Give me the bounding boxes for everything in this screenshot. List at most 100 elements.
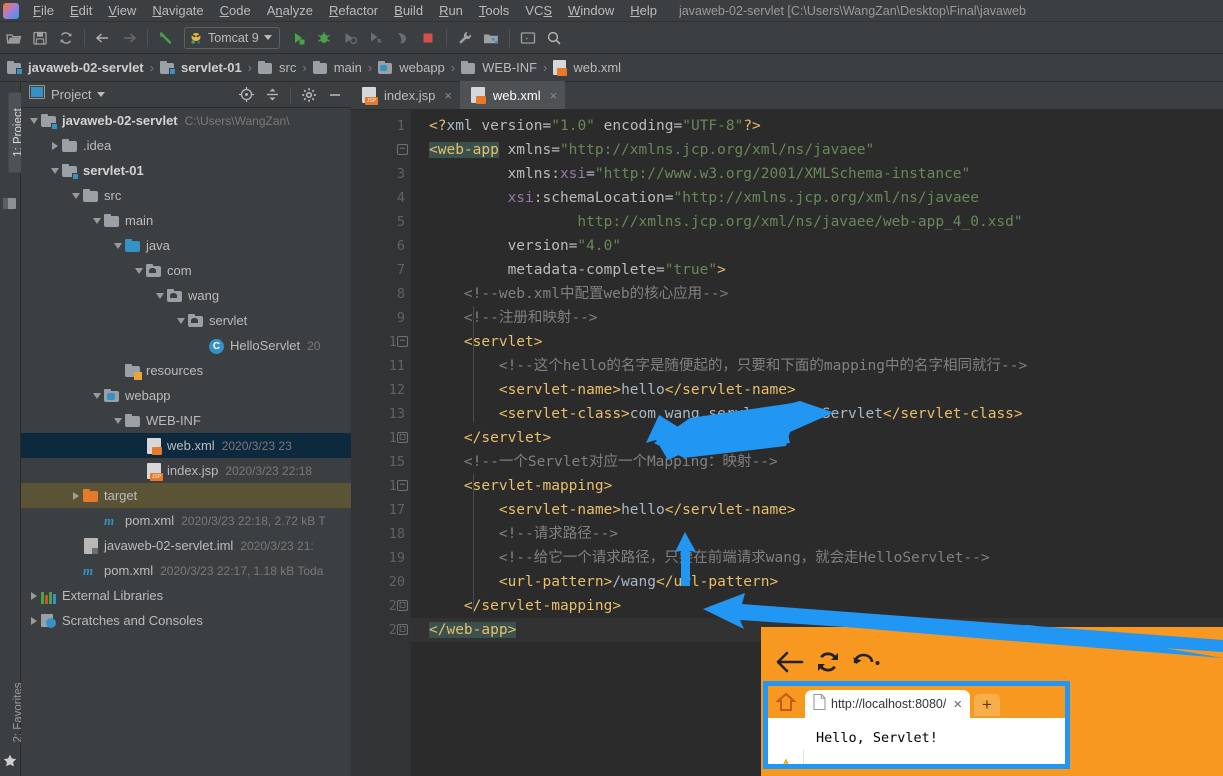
code-line[interactable]: <!--请求路径--> <box>411 522 1223 546</box>
menu-item-help[interactable]: Help <box>622 1 665 21</box>
code-line[interactable]: </servlet> <box>411 426 1223 450</box>
browser-tab[interactable]: http://localhost:8080/ × <box>805 690 970 718</box>
chevron-down-icon[interactable] <box>27 114 41 128</box>
chevron-down-icon[interactable] <box>132 264 146 278</box>
breadcrumb-item-main[interactable]: main <box>310 60 365 75</box>
fold-toggle[interactable]: □ <box>397 624 408 635</box>
menu-item-tools[interactable]: Tools <box>471 1 517 21</box>
back-arrow-icon[interactable] <box>91 26 115 50</box>
chevron-down-icon[interactable] <box>174 314 188 328</box>
fold-toggle[interactable]: □ <box>397 432 408 443</box>
new-tab-button[interactable]: + <box>974 694 1000 716</box>
tree-row[interactable]: m pom.xml 2020/3/23 22:17, 1.18 kB Toda <box>21 558 351 583</box>
close-icon[interactable]: × <box>953 696 962 713</box>
gear-icon[interactable] <box>299 85 319 105</box>
sync-icon[interactable] <box>54 26 78 50</box>
tree-row[interactable]: web.xml 2020/3/23 23 <box>21 433 351 458</box>
tree-row[interactable]: java <box>21 233 351 258</box>
tree-row[interactable]: .idea <box>21 133 351 158</box>
tree-row[interactable]: servlet-01 <box>21 158 351 183</box>
menu-item-edit[interactable]: Edit <box>62 1 100 21</box>
star-bookmark-icon[interactable] <box>772 758 800 764</box>
tree-row[interactable]: javaweb-02-servlet C:\Users\WangZan\ <box>21 108 351 133</box>
menu-item-build[interactable]: Build <box>386 1 431 21</box>
run-configuration-selector[interactable]: Tomcat 9 <box>184 26 280 49</box>
run-with-coverage-icon[interactable] <box>338 26 362 50</box>
tree-row[interactable]: main <box>21 208 351 233</box>
chevron-down-icon[interactable] <box>111 239 125 253</box>
chevron-down-icon[interactable] <box>97 92 106 97</box>
breadcrumb-item-project[interactable]: javaweb-02-servlet <box>4 60 147 75</box>
code-line[interactable]: <!--注册和映射--> <box>411 306 1223 330</box>
menu-item-window[interactable]: Window <box>560 1 622 21</box>
tree-row[interactable]: resources <box>21 358 351 383</box>
star-strip-icon[interactable] <box>3 754 18 767</box>
chevron-right-icon[interactable] <box>48 139 62 153</box>
chevron-down-icon[interactable] <box>90 214 104 228</box>
menu-item-navigate[interactable]: Navigate <box>144 1 211 21</box>
code-line[interactable]: <url-pattern>/wang</url-pattern> <box>411 570 1223 594</box>
forward-arrow-icon[interactable] <box>117 26 141 50</box>
tree-row[interactable]: target <box>21 483 351 508</box>
menu-item-run[interactable]: Run <box>431 1 471 21</box>
terminal-icon[interactable] <box>516 26 540 50</box>
code-line[interactable]: <servlet-name>hello</servlet-name> <box>411 498 1223 522</box>
editor-tab-web-xml[interactable]: web.xml × <box>459 81 566 109</box>
breadcrumb-item-webinf[interactable]: WEB-INF <box>458 60 540 75</box>
breadcrumb-item-src[interactable]: src <box>255 60 299 75</box>
chevron-right-icon[interactable] <box>69 489 83 503</box>
menu-item-vcs[interactable]: VCS <box>517 1 560 21</box>
project-tree[interactable]: javaweb-02-servlet C:\Users\WangZan\ .idea… <box>21 108 351 776</box>
locate-icon[interactable] <box>236 85 256 105</box>
menu-item-refactor[interactable]: Refactor <box>321 1 386 21</box>
reload-icon[interactable] <box>815 649 841 680</box>
rerun-icon[interactable] <box>390 26 414 50</box>
code-line[interactable]: <!--给它一个请求路径，只要在前端请求wang，就会走HelloServlet… <box>411 546 1223 570</box>
code-line[interactable]: xmlns:xsi="http://www.w3.org/2001/XMLSch… <box>411 162 1223 186</box>
chevron-right-icon[interactable] <box>27 614 41 628</box>
profile-icon[interactable] <box>364 26 388 50</box>
run-icon[interactable] <box>286 26 310 50</box>
structure-strip-icon[interactable] <box>3 197 18 210</box>
code-line[interactable]: http://xmlns.jcp.org/xml/ns/javaee/web-a… <box>411 210 1223 234</box>
code-line[interactable]: <!--一个Servlet对应一个Mapping：映射--> <box>411 450 1223 474</box>
code-line[interactable]: <servlet-name>hello</servlet-name> <box>411 378 1223 402</box>
code-line[interactable]: </servlet-mapping> <box>411 594 1223 618</box>
code-line[interactable]: <servlet> <box>411 330 1223 354</box>
code-line[interactable]: <web-app xmlns="http://xmlns.jcp.org/xml… <box>411 138 1223 162</box>
chevron-down-icon[interactable] <box>263 35 272 40</box>
code-line[interactable]: <servlet-mapping> <box>411 474 1223 498</box>
tree-row[interactable]: javaweb-02-servlet.iml 2020/3/23 21: <box>21 533 351 558</box>
chevron-down-icon[interactable] <box>90 389 104 403</box>
menu-item-analyze[interactable]: Analyze <box>259 1 321 21</box>
tree-row[interactable]: webapp <box>21 383 351 408</box>
chevron-down-icon[interactable] <box>111 414 125 428</box>
tree-row[interactable]: C HelloServlet 20 <box>21 333 351 358</box>
fold-toggle[interactable]: − <box>397 144 408 155</box>
project-structure-icon[interactable] <box>479 26 503 50</box>
back-arrow-icon[interactable] <box>775 649 805 680</box>
code-line[interactable]: <servlet-class>com.wang.servlet.HelloSer… <box>411 402 1223 426</box>
undo-icon[interactable] <box>154 26 178 50</box>
save-all-icon[interactable] <box>28 26 52 50</box>
tree-row[interactable]: servlet <box>21 308 351 333</box>
chevron-down-icon[interactable] <box>69 189 83 203</box>
history-dropdown-icon[interactable] <box>851 649 881 680</box>
fold-toggle[interactable]: − <box>397 336 408 347</box>
collapse-all-icon[interactable] <box>262 85 282 105</box>
menu-item-view[interactable]: View <box>100 1 144 21</box>
code-line[interactable]: <!--这个hello的名字是随便起的，只要和下面的mapping中的名字相同就… <box>411 354 1223 378</box>
breadcrumb-item-webapp[interactable]: webapp <box>375 60 448 75</box>
home-icon[interactable] <box>775 692 797 717</box>
breadcrumb-item-module[interactable]: servlet-01 <box>157 60 245 75</box>
tree-row[interactable]: src <box>21 183 351 208</box>
tree-row[interactable]: com <box>21 258 351 283</box>
chevron-down-icon[interactable] <box>153 289 167 303</box>
open-folder-icon[interactable] <box>2 26 26 50</box>
search-everywhere-icon[interactable] <box>542 26 566 50</box>
tree-row[interactable]: WEB-INF <box>21 408 351 433</box>
code-line[interactable]: xsi:schemaLocation="http://xmlns.jcp.org… <box>411 186 1223 210</box>
code-line[interactable]: metadata-complete="true"> <box>411 258 1223 282</box>
tree-row[interactable]: wang <box>21 283 351 308</box>
tree-row[interactable]: External Libraries <box>21 583 351 608</box>
